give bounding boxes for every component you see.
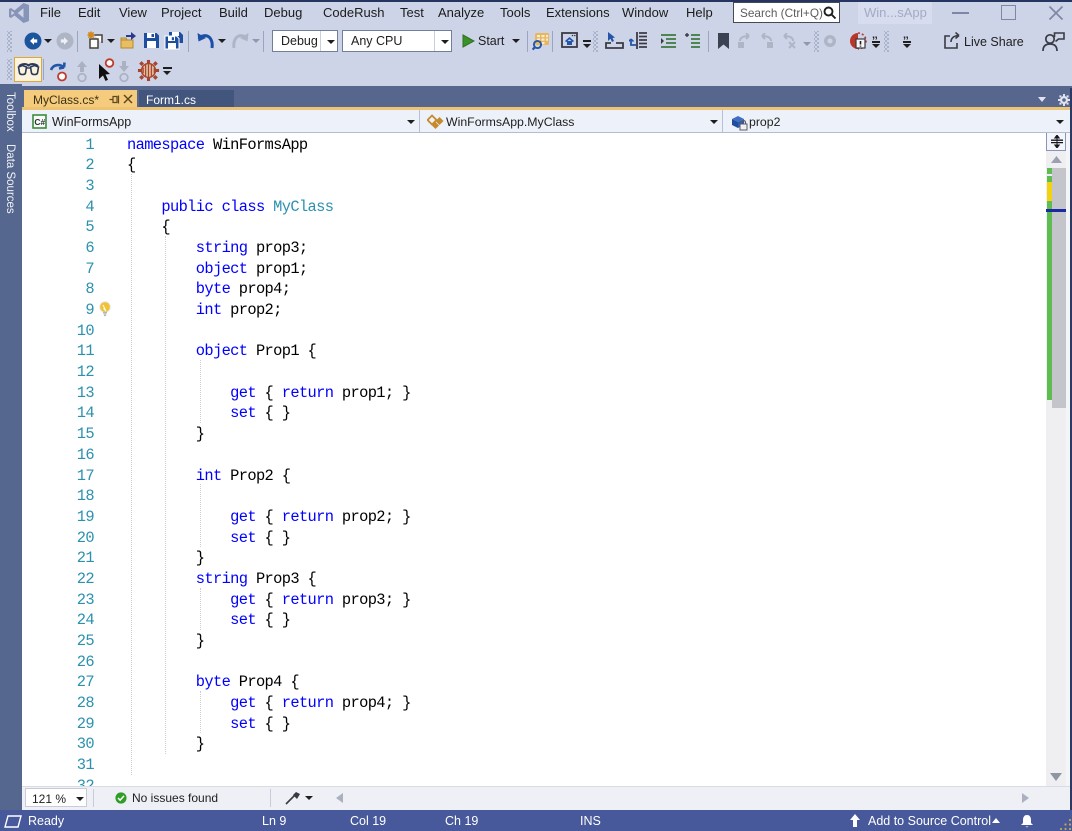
svg-text:C#: C# <box>34 117 45 127</box>
